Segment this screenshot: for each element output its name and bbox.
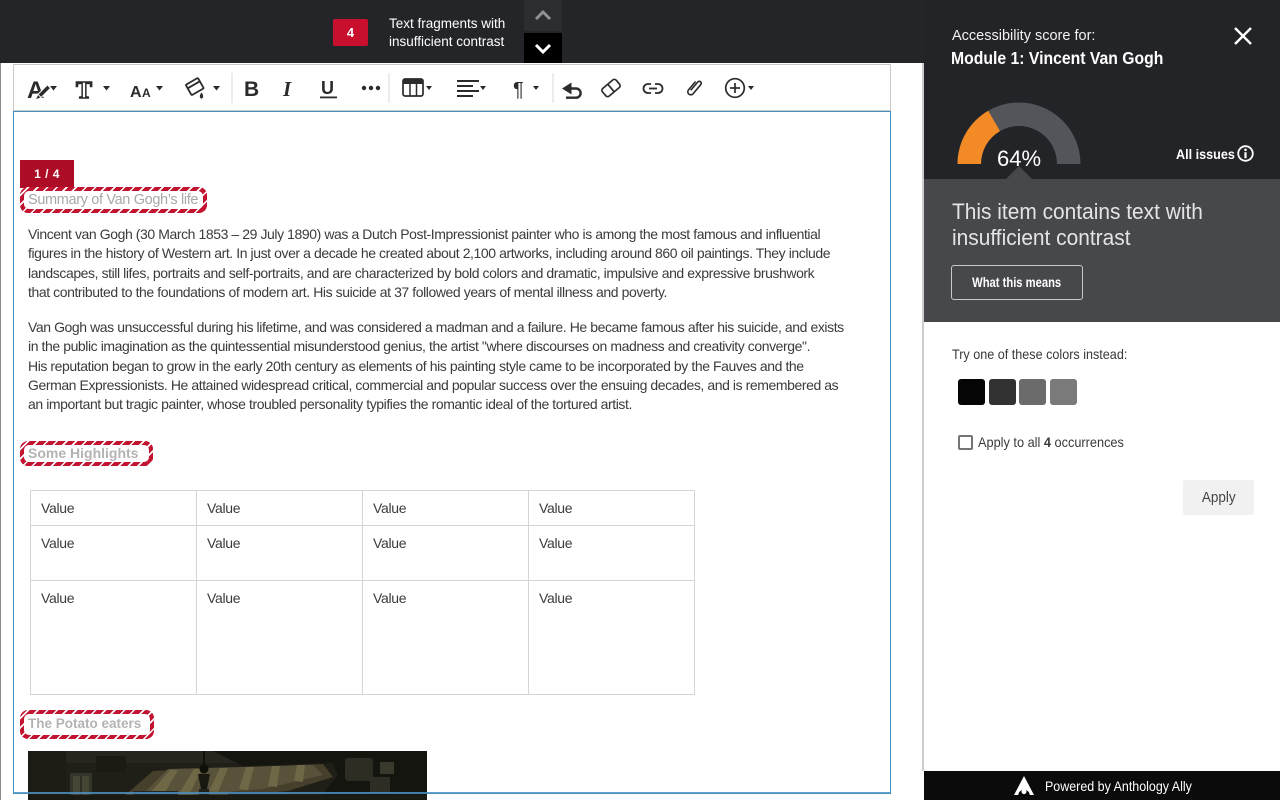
svg-text:¶: ¶ [513,79,524,101]
svg-text:I: I [282,77,292,101]
svg-text:A: A [142,86,151,100]
svg-text:B: B [244,78,259,101]
svg-text:T: T [76,78,92,104]
svg-text:A: A [130,84,142,101]
svg-text:U: U [321,78,334,98]
